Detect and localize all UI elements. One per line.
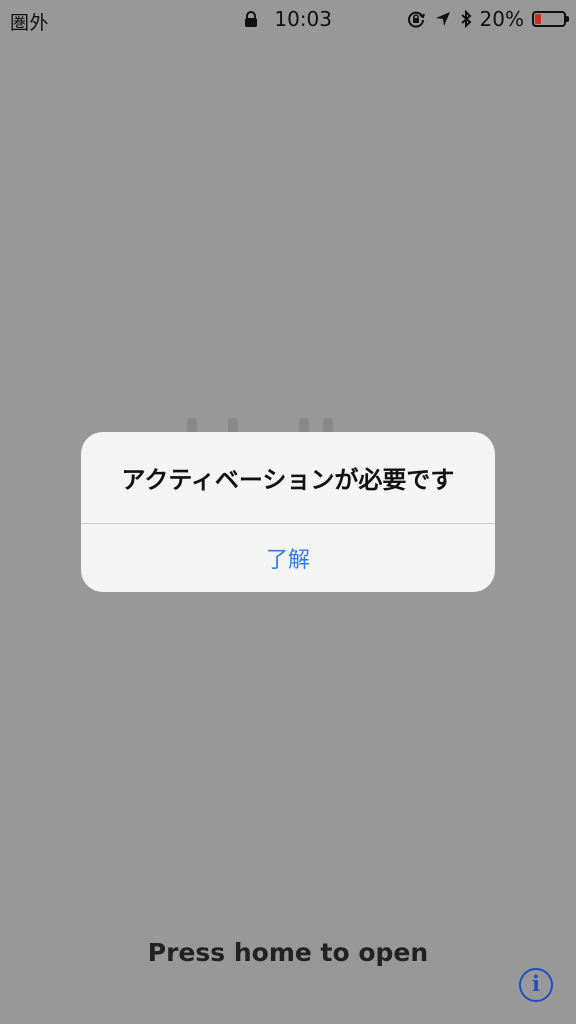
- battery-icon: [532, 11, 569, 27]
- activation-alert: アクティベーションが必要です 了解: [81, 432, 495, 592]
- status-bar: 圏外 10:03 20%: [0, 0, 576, 40]
- time-label: 10:03: [274, 7, 332, 31]
- bluetooth-icon: [460, 9, 472, 29]
- rotation-lock-icon: [406, 9, 426, 29]
- info-icon[interactable]: i: [519, 968, 553, 1002]
- alert-title: アクティベーションが必要です: [121, 466, 455, 494]
- battery-percent: 20%: [479, 7, 524, 31]
- battery-level: [535, 14, 541, 24]
- ok-button[interactable]: 了解: [81, 524, 495, 592]
- lock-icon: [244, 8, 258, 32]
- press-home-text: Press home to open: [147, 938, 429, 967]
- status-icons: 20%: [406, 7, 569, 31]
- activation-screen: 圏外 10:03 20% アクティベーションが必要です 了解 Press hom…: [0, 0, 576, 1024]
- location-icon: [434, 10, 452, 28]
